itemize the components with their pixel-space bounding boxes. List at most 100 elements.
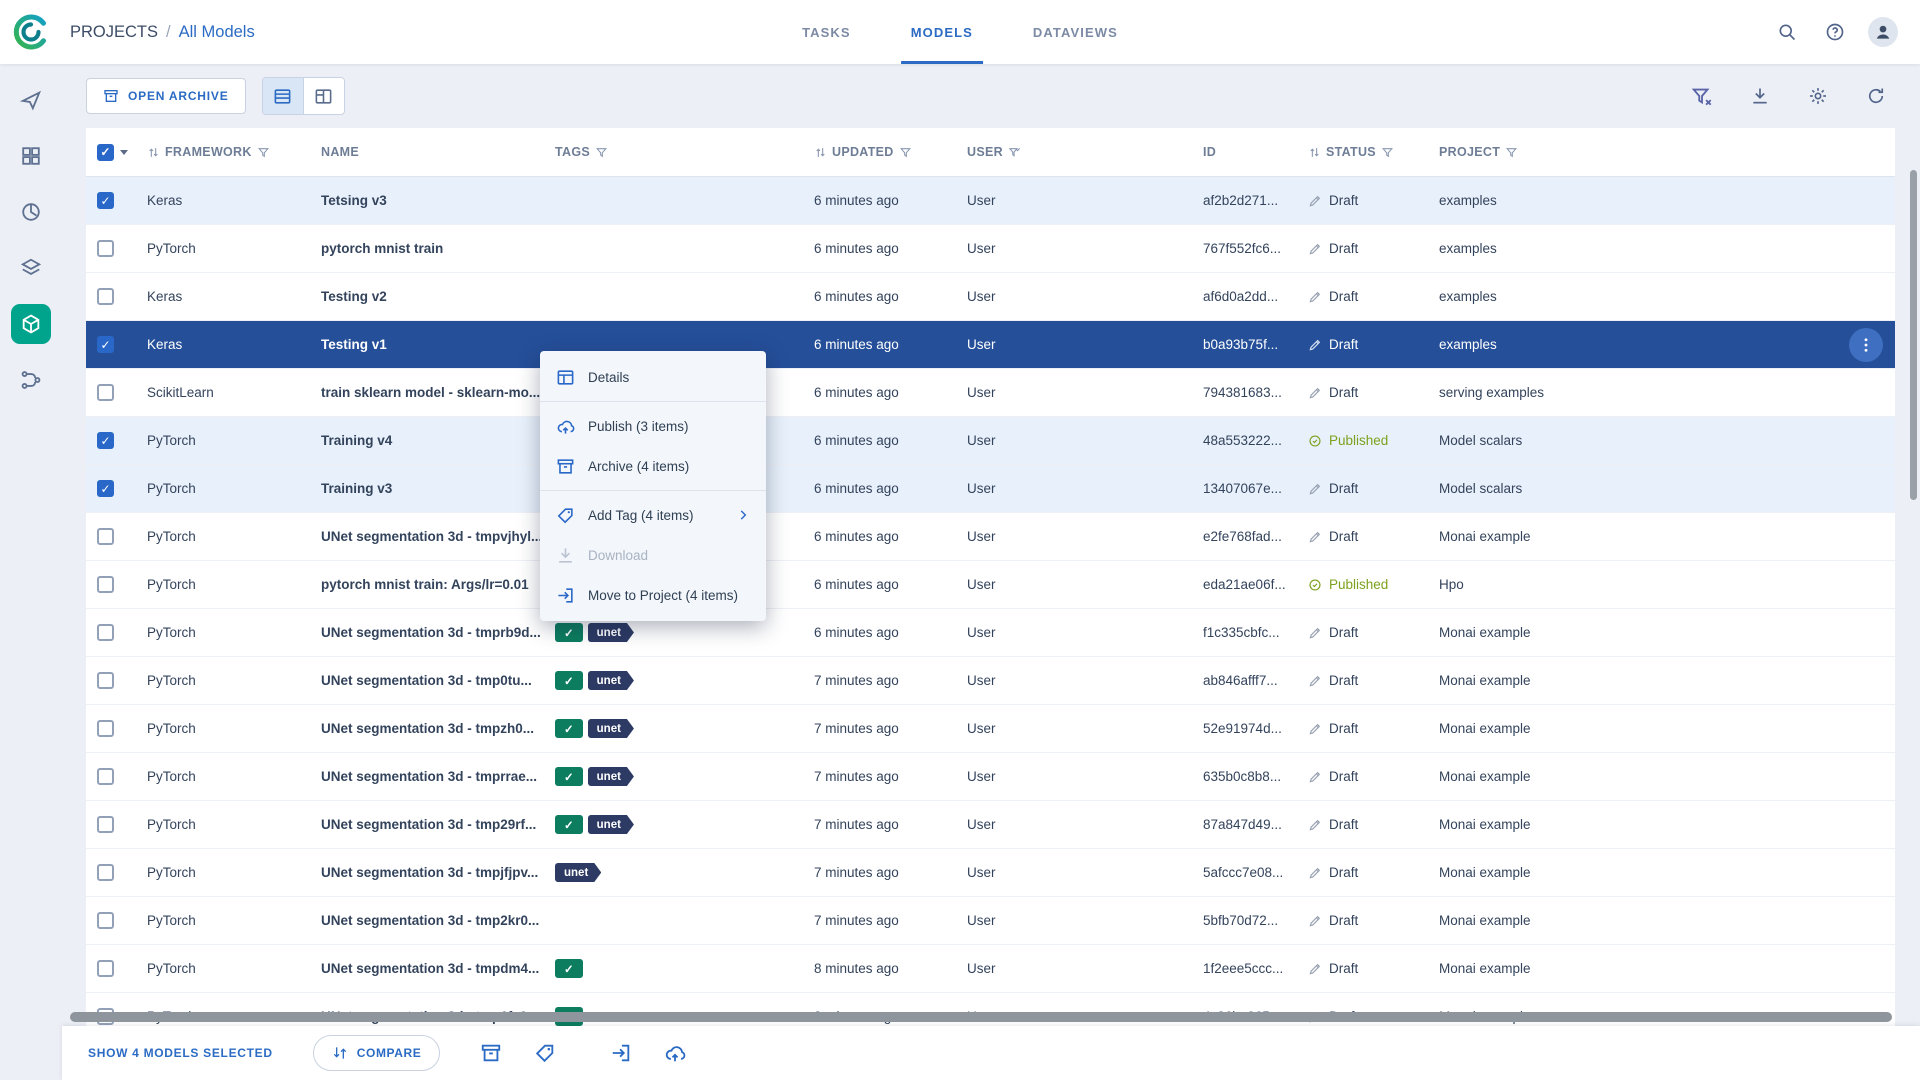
tag-check-chip[interactable]: ✓ xyxy=(555,671,583,690)
table-row[interactable]: PyTorch UNet segmentation 3d - tmp2kr0...… xyxy=(86,897,1895,945)
column-header-user[interactable]: USER xyxy=(967,145,1203,159)
cell-project: Monai example xyxy=(1439,961,1531,976)
cell-name: UNet segmentation 3d - tmpdm4... xyxy=(321,961,540,976)
table-row[interactable]: PyTorch UNet segmentation 3d - tmprrae...… xyxy=(86,753,1895,801)
tag-check-chip[interactable]: ✓ xyxy=(555,959,583,978)
sidebar-item-dashboard[interactable] xyxy=(11,80,51,120)
row-checkbox[interactable] xyxy=(97,912,114,929)
sidebar-item-datasets[interactable] xyxy=(11,248,51,288)
select-all-caret-icon[interactable] xyxy=(120,149,128,155)
move-to-project-action-button[interactable] xyxy=(610,1042,632,1064)
tag-chip[interactable]: unet xyxy=(588,623,634,642)
row-checkbox[interactable] xyxy=(97,720,114,737)
tag-chip[interactable]: unet xyxy=(588,767,634,786)
row-checkbox[interactable] xyxy=(97,288,114,305)
sidebar-item-reports[interactable] xyxy=(11,192,51,232)
menu-item-move-to-project-4-items[interactable]: Move to Project (4 items) xyxy=(540,575,766,615)
cell-name: UNet segmentation 3d - tmprrae... xyxy=(321,769,538,784)
column-header-status[interactable]: STATUS xyxy=(1308,145,1439,159)
table-row[interactable]: ✓ PyTorch Training v3 6 minutes ago User 1340… xyxy=(86,465,1895,513)
download-table-button[interactable] xyxy=(1741,77,1779,115)
table-row[interactable]: PyTorch UNet segmentation 3d - tmprb9d...… xyxy=(86,609,1895,657)
menu-item-details[interactable]: Details xyxy=(540,357,766,397)
table-row[interactable]: PyTorch pytorch mnist train 6 minutes ago U… xyxy=(86,225,1895,273)
search-button[interactable] xyxy=(1768,13,1806,51)
select-all-checkbox[interactable]: ✓ xyxy=(97,143,114,161)
draft-status-icon xyxy=(1308,530,1322,544)
table-row[interactable]: PyTorch UNet segmentation 3d - tmpvjhyl..… xyxy=(86,513,1895,561)
tag-check-chip[interactable]: ✓ xyxy=(555,623,583,642)
table-row[interactable]: ScikitLearn train sklearn model - sklearn… xyxy=(86,369,1895,417)
row-checkbox[interactable] xyxy=(97,384,114,401)
column-header-framework[interactable]: FRAMEWORK xyxy=(147,145,321,159)
tag-chip[interactable]: unet xyxy=(588,671,634,690)
row-menu-button[interactable] xyxy=(1849,327,1883,362)
help-button[interactable] xyxy=(1816,13,1854,51)
row-checkbox[interactable]: ✓ xyxy=(97,432,114,449)
table-row[interactable]: PyTorch UNet segmentation 3d - tmpjfjpv..… xyxy=(86,849,1895,897)
row-checkbox[interactable] xyxy=(97,768,114,785)
tag-chip[interactable]: unet xyxy=(588,719,634,738)
tag-chip[interactable]: unet xyxy=(555,863,601,882)
table-row[interactable]: Keras Testing v2 6 minutes ago User af6d0a2d… xyxy=(86,273,1895,321)
row-checkbox[interactable] xyxy=(97,672,114,689)
row-checkbox[interactable]: ✓ xyxy=(97,192,114,209)
tab-dataviews[interactable]: DATAVIEWS xyxy=(1029,0,1122,64)
row-checkbox[interactable] xyxy=(97,576,114,593)
menu-item-publish-3-items[interactable]: Publish (3 items) xyxy=(540,406,766,446)
compare-button[interactable]: COMPARE xyxy=(312,1035,441,1071)
sidebar-item-models[interactable] xyxy=(11,304,51,344)
column-header-updated[interactable]: UPDATED xyxy=(814,145,967,159)
row-checkbox[interactable]: ✓ xyxy=(97,480,114,497)
table-row[interactable]: PyTorch UNet segmentation 3d - tmp0tu... ✓… xyxy=(86,657,1895,705)
download-icon xyxy=(556,546,575,565)
clearml-logo[interactable] xyxy=(0,12,62,52)
profile-button[interactable] xyxy=(1864,13,1902,51)
refresh-button[interactable] xyxy=(1857,77,1895,115)
row-checkbox[interactable] xyxy=(97,624,114,641)
tab-models[interactable]: MODELS xyxy=(900,0,984,64)
row-checkbox[interactable] xyxy=(97,864,114,881)
publish-action-button[interactable] xyxy=(664,1042,686,1064)
sidebar-item-projects[interactable] xyxy=(11,136,51,176)
table-row[interactable]: PyTorch UNet segmentation 3d - tmp29rf...… xyxy=(86,801,1895,849)
show-selected-link[interactable]: SHOW 4 MODELS SELECTED xyxy=(88,1046,273,1060)
table-row[interactable]: PyTorch UNet segmentation 3d - tmpzh0... ✓… xyxy=(86,705,1895,753)
menu-item-archive-4-items[interactable]: Archive (4 items) xyxy=(540,446,766,486)
cell-updated: 6 minutes ago xyxy=(814,385,899,400)
tag-chip[interactable]: unet xyxy=(588,815,634,834)
settings-button[interactable] xyxy=(1799,77,1837,115)
column-header-tags[interactable]: TAGS xyxy=(555,145,814,159)
card-view-button[interactable] xyxy=(302,78,344,114)
table-row[interactable]: PyTorch pytorch mnist train: Args/lr=0.01… xyxy=(86,561,1895,609)
table-row[interactable]: ✓ PyTorch Training v4 6 minutes ago User 48a5… xyxy=(86,417,1895,465)
row-checkbox[interactable] xyxy=(97,816,114,833)
clear-filters-button[interactable] xyxy=(1683,77,1721,115)
menu-item-add-tag-4-items[interactable]: Add Tag (4 items) xyxy=(540,495,766,535)
column-header-name[interactable]: NAME xyxy=(321,145,555,159)
breadcrumb-current[interactable]: All Models xyxy=(179,23,255,42)
table-row[interactable]: PyTorch UNet segmentation 3d - tmpdm4... ✓… xyxy=(86,945,1895,993)
tag-check-chip[interactable]: ✓ xyxy=(555,815,583,834)
add-tag-action-button[interactable] xyxy=(534,1042,556,1064)
column-header-id[interactable]: ID xyxy=(1203,145,1308,159)
tag-check-chip[interactable]: ✓ xyxy=(555,767,583,786)
table-row[interactable]: ✓ Keras Testing v1 6 minutes ago User b0a93b7… xyxy=(86,321,1895,369)
table-view-button[interactable] xyxy=(262,78,303,114)
tab-tasks[interactable]: TASKS xyxy=(798,0,855,64)
row-checkbox[interactable] xyxy=(97,240,114,257)
table-row[interactable]: ✓ Keras Tetsing v3 6 minutes ago User af2b2d2… xyxy=(86,177,1895,225)
open-archive-button[interactable]: OPEN ARCHIVE xyxy=(86,78,246,114)
tag-check-chip[interactable]: ✓ xyxy=(555,719,583,738)
status-label: Draft xyxy=(1329,625,1359,640)
cell-status: Published xyxy=(1308,433,1439,448)
column-header-project[interactable]: PROJECT xyxy=(1439,145,1895,159)
horizontal-scrollbar[interactable] xyxy=(70,1012,1892,1022)
vertical-scrollbar[interactable] xyxy=(1910,170,1917,500)
sidebar-item-pipelines[interactable] xyxy=(11,360,51,400)
row-checkbox[interactable]: ✓ xyxy=(97,336,114,353)
row-checkbox[interactable] xyxy=(97,528,114,545)
draft-status-icon xyxy=(1308,722,1322,736)
archive-action-button[interactable] xyxy=(480,1042,502,1064)
row-checkbox[interactable] xyxy=(97,960,114,977)
